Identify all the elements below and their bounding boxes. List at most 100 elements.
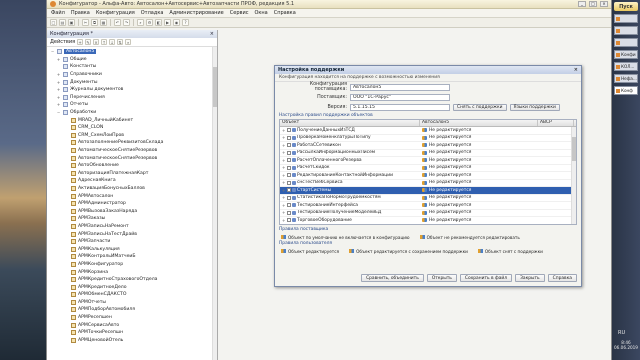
row-checkbox[interactable] (287, 173, 291, 178)
delete-icon[interactable]: × (93, 39, 100, 45)
grid-row[interactable]: + РасчетОплаченногоРезерва Не редактируетс… (280, 157, 576, 165)
tree-item[interactable]: АРМКорзина (50, 268, 214, 276)
vendor-rule-cell[interactable]: Не редактируется (420, 210, 538, 217)
collapse-icon[interactable]: − (56, 110, 61, 115)
panel-close-icon[interactable]: × (210, 31, 214, 37)
expand-icon[interactable]: + (282, 142, 286, 149)
avsr-cell[interactable] (538, 195, 574, 202)
expand-icon[interactable]: + (282, 202, 286, 209)
expand-icon[interactable]: + (56, 72, 61, 77)
row-checkbox[interactable] (287, 165, 291, 170)
column-avsr-header[interactable]: АВСР (538, 120, 574, 126)
tray-clock[interactable]: 8:46 06.06.2019 (614, 340, 638, 350)
vendor-rule-cell[interactable]: Не редактируется (420, 172, 538, 179)
taskbar-item[interactable] (614, 26, 638, 35)
tree-item[interactable]: АдреснаяКнига (50, 177, 214, 185)
tree-item[interactable]: АРМКалькуляция (50, 245, 214, 253)
tree-item[interactable]: АРМКонфигуратор (50, 261, 214, 269)
tree-item[interactable]: АРМАдминистратор (50, 200, 214, 208)
grid-row[interactable]: + ПолучениеДанныхИзТСД Не редактируется (280, 127, 576, 135)
taskbar-item[interactable]: Конфи (614, 50, 638, 59)
grid-row[interactable]: + ТестированиеПолучениеМоделейЕД Не редакт… (280, 210, 576, 217)
expand-icon[interactable]: + (282, 217, 286, 224)
row-checkbox[interactable] (287, 188, 291, 193)
version-field[interactable]: 5.1.15.15 (350, 103, 450, 111)
row-checkbox[interactable] (287, 135, 291, 140)
vendor-field[interactable]: ООО "1С-Рарус" (350, 93, 450, 101)
vendor-rule-cell[interactable]: Не редактируется (420, 142, 538, 149)
row-checkbox[interactable] (287, 218, 291, 223)
save-to-file-button[interactable]: Сохранить в файл (459, 274, 513, 282)
tree-item[interactable]: АРМЗапчасти (50, 238, 214, 246)
expand-icon[interactable]: + (282, 187, 286, 194)
run-icon[interactable]: ▶ (164, 19, 171, 26)
new-icon[interactable]: □ (50, 19, 57, 26)
expand-icon[interactable]: + (282, 172, 286, 179)
grid-row[interactable]: + снсТестВебСервиса Не редактируется (280, 180, 576, 187)
expand-icon[interactable]: + (56, 95, 61, 100)
taskbar-item[interactable]: Нефа... (614, 74, 638, 83)
tree-item[interactable]: АРМОбменСДАКСТО (50, 291, 214, 299)
window-titlebar[interactable]: Конфигуратор - Альфа-Авто: Автосалон+Авт… (47, 0, 611, 9)
expand-icon[interactable]: + (282, 127, 286, 134)
row-checkbox[interactable] (287, 210, 291, 215)
expand-icon[interactable]: + (282, 195, 286, 202)
expand-icon[interactable]: + (282, 157, 286, 164)
grid-row[interactable]: + ПроверкаНоменклатурыПоТипу Не редактируе… (280, 135, 576, 142)
tree-item[interactable]: Константы (50, 63, 214, 71)
grid-row[interactable]: + СтартСистемы Не редактируется (280, 187, 576, 195)
tree-item[interactable]: + Общие (50, 56, 214, 64)
tree-item[interactable]: MRAD_ЛичныйКабинет (50, 116, 214, 124)
edit-icon[interactable]: ✎ (85, 39, 92, 45)
tree-item[interactable]: АвтозаполнениеРеквизитовСклада (50, 139, 214, 147)
tree-item[interactable]: АРМСервисаАвто (50, 321, 214, 329)
tree-item[interactable]: − Обработки (50, 109, 214, 117)
tree-item[interactable]: АРМЦеновойОтель (50, 337, 214, 345)
tree-item[interactable]: + Документы (50, 78, 214, 86)
grid-row[interactable]: + РасчетСкидок Не редактируется (280, 165, 576, 172)
tree-item[interactable]: АРМВызоваЗаказНаряда (50, 207, 214, 215)
expand-icon[interactable]: + (56, 80, 61, 85)
tree-item[interactable]: АРМРесепшен (50, 314, 214, 322)
tree-item[interactable]: CRM_CLON (50, 124, 214, 132)
avsr-cell[interactable] (538, 202, 574, 209)
menu-item[interactable]: Файл (51, 10, 65, 16)
menu-item[interactable]: Администрирование (169, 10, 223, 16)
expand-icon[interactable]: + (56, 102, 61, 107)
tree-item[interactable]: АвтоматическоеСнятиеРезервов (50, 154, 214, 162)
menu-item[interactable]: Отладка (141, 10, 164, 16)
help-button[interactable]: Справка (547, 274, 577, 282)
expand-icon[interactable]: + (282, 210, 286, 217)
row-checkbox[interactable] (287, 195, 291, 200)
collapse-icon[interactable]: − (50, 49, 55, 54)
tree-item[interactable]: АРМКредитноСтраховогоОтдела (50, 276, 214, 284)
tree-item[interactable]: АРМТочкиРесепшн (50, 329, 214, 337)
column-object-header[interactable]: Объект (280, 120, 420, 126)
avsr-cell[interactable] (538, 180, 574, 187)
grid-row[interactable]: + РассылкаИнформационныхПисем Не редактиру… (280, 150, 576, 157)
minimize-icon[interactable]: _ (578, 1, 586, 7)
dialog-titlebar[interactable]: Настройка поддержки × (275, 66, 581, 74)
tree-item[interactable]: АРМЗаказы (50, 215, 214, 223)
tree-item[interactable]: АРМПодборАвтомобиля (50, 306, 214, 314)
compare-merge-button[interactable]: Сравнить, объединить (361, 274, 424, 282)
expand-icon[interactable]: + (282, 180, 286, 187)
tree-item[interactable]: АРМЗаписьНаРемонт (50, 223, 214, 231)
expand-icon[interactable]: + (56, 87, 61, 92)
grid-row[interactable]: + ТорговоеОборудование Не редактируется (280, 217, 576, 224)
avsr-cell[interactable] (538, 127, 574, 134)
taskbar-item[interactable] (614, 38, 638, 47)
vendor-rule-cell[interactable]: Не редактируется (420, 195, 538, 202)
support-languages-button[interactable]: Языки поддержки (509, 103, 560, 111)
tree-item[interactable]: АРМКредитноеДело (50, 283, 214, 291)
add-icon[interactable]: + (77, 39, 84, 45)
help-icon[interactable]: ? (182, 19, 189, 26)
sort-icon[interactable]: ⇅ (117, 39, 124, 45)
expand-icon[interactable]: + (282, 150, 286, 157)
vendor-rule-cell[interactable]: Не редактируется (420, 150, 538, 157)
avsr-cell[interactable] (538, 210, 574, 217)
tree-item[interactable]: АвтоматическоеСнятиеРезервов (50, 147, 214, 155)
grid-row[interactable]: + СтатистикаПоНормоТрудоемкостям Не редакт… (280, 195, 576, 202)
open-icon[interactable]: ▤ (59, 19, 66, 26)
menu-item[interactable]: Конфигурация (96, 10, 135, 16)
